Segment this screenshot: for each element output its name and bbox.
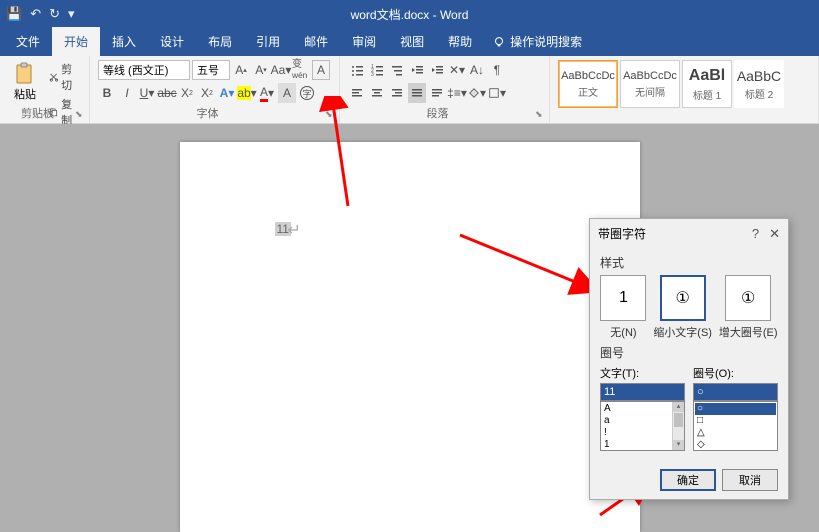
help-button[interactable]: ? — [752, 226, 759, 242]
cut-button[interactable]: 剪切 — [46, 60, 81, 94]
group-font-label: 字体 — [90, 105, 325, 121]
close-button[interactable]: ✕ — [769, 226, 780, 242]
font-launcher-icon[interactable]: ⬊ — [325, 109, 337, 121]
style-section-label: 样式 — [600, 254, 778, 271]
line-spacing-button[interactable]: ‡≡▾ — [448, 83, 466, 103]
justify-button[interactable] — [408, 83, 426, 103]
ring-input[interactable] — [693, 383, 778, 401]
highlight-button[interactable]: ab▾ — [238, 83, 256, 103]
phonetic-guide-button[interactable]: 变wén — [292, 60, 310, 80]
enclose-char-dialog: 带圈字符 ? ✕ 样式 1 无(N) ① 缩小文字(S) ① 增大圈号(E) 圈… — [589, 218, 789, 500]
text-list[interactable]: A a ! 1 ▴▾ — [600, 401, 685, 451]
group-paragraph: 123 ✕▾ A↓ ¶ ‡≡▾ ▾ ▾ 段落 ⬊ — [340, 56, 550, 123]
align-center-button[interactable] — [368, 83, 386, 103]
sort-button[interactable]: A↓ — [468, 60, 486, 80]
enclosure-section-label: 圈号 — [600, 344, 778, 361]
ribbon: 粘贴 剪切 复制 格式刷 剪贴板 ⬊ 等线 (西文正) 五号 A▴ A▾ Aa▾… — [0, 56, 819, 124]
scissors-icon — [49, 71, 58, 83]
cancel-button[interactable]: 取消 — [722, 469, 778, 491]
font-name-combo[interactable]: 等线 (西文正) — [98, 60, 190, 80]
tab-review[interactable]: 审阅 — [340, 27, 388, 56]
underline-button[interactable]: U▾ — [138, 83, 156, 103]
shading-button[interactable]: ▾ — [468, 83, 486, 103]
font-size-combo[interactable]: 五号 — [192, 60, 230, 80]
align-right-button[interactable] — [388, 83, 406, 103]
tab-design[interactable]: 设计 — [148, 27, 196, 56]
styles-gallery[interactable]: AaBbCcDc正文 AaBbCcDc无间隔 AaBl标题 1 AaBbC标题 … — [558, 60, 810, 108]
style-option-enlarge[interactable]: ① 增大圈号(E) — [719, 275, 778, 340]
dialog-title: 带圈字符 — [598, 225, 646, 242]
quick-access-toolbar: 💾 ↶ ↻ ▾ — [6, 6, 75, 22]
group-font: 等线 (西文正) 五号 A▴ A▾ Aa▾ 变wén A B I U▾ abc … — [90, 56, 340, 123]
redo-icon[interactable]: ↻ — [49, 6, 60, 22]
grow-font-button[interactable]: A▴ — [232, 60, 250, 80]
page[interactable]: 11 ↵ — [180, 142, 640, 532]
multilevel-button[interactable] — [388, 60, 406, 80]
font-color-button[interactable]: A▾ — [258, 83, 276, 103]
borders-button[interactable]: ▾ — [488, 83, 506, 103]
group-paragraph-label: 段落 — [340, 105, 535, 121]
ring-list[interactable]: ○ □ △ ◇ — [693, 401, 778, 451]
ok-button[interactable]: 确定 — [660, 469, 716, 491]
paragraph-launcher-icon[interactable]: ⬊ — [535, 109, 547, 121]
decrease-indent-button[interactable] — [408, 60, 426, 80]
text-list-scrollbar[interactable]: ▴▾ — [672, 402, 684, 450]
style-option-shrink[interactable]: ① 缩小文字(S) — [653, 275, 712, 340]
group-clipboard-label: 剪贴板 — [0, 105, 75, 121]
undo-icon[interactable]: ↶ — [30, 6, 41, 22]
style-normal[interactable]: AaBbCcDc正文 — [558, 60, 618, 108]
paste-label: 粘贴 — [14, 86, 36, 102]
text-field-label: 文字(T): — [600, 365, 685, 381]
tell-me-label: 操作说明搜索 — [510, 33, 582, 50]
superscript-button[interactable]: X2 — [198, 83, 216, 103]
bullets-button[interactable] — [348, 60, 366, 80]
style-heading1[interactable]: AaBl标题 1 — [682, 60, 732, 108]
tab-references[interactable]: 引用 — [244, 27, 292, 56]
strikethrough-button[interactable]: abc — [158, 83, 176, 103]
change-case-button[interactable]: Aa▾ — [272, 60, 290, 80]
style-no-spacing[interactable]: AaBbCcDc无间隔 — [620, 60, 680, 108]
tab-help[interactable]: 帮助 — [436, 27, 484, 56]
italic-button[interactable]: I — [118, 83, 136, 103]
align-left-button[interactable] — [348, 83, 366, 103]
ribbon-tabs: 文件 开始 插入 设计 布局 引用 邮件 审阅 视图 帮助 操作说明搜索 — [0, 28, 819, 56]
tell-me-search[interactable]: 操作说明搜索 — [484, 27, 590, 56]
svg-text:3: 3 — [371, 72, 374, 77]
text-input[interactable] — [600, 383, 685, 401]
qat-customize-icon[interactable]: ▾ — [68, 6, 75, 22]
titlebar: 💾 ↶ ↻ ▾ word文档.docx - Word — [0, 0, 819, 28]
tab-mailings[interactable]: 邮件 — [292, 27, 340, 56]
shrink-font-button[interactable]: A▾ — [252, 60, 270, 80]
lightbulb-icon — [492, 35, 506, 49]
clear-format-button[interactable]: A — [312, 60, 330, 80]
style-option-none[interactable]: 1 无(N) — [600, 275, 646, 340]
tab-home[interactable]: 开始 — [52, 27, 100, 56]
tab-insert[interactable]: 插入 — [100, 27, 148, 56]
tab-file[interactable]: 文件 — [4, 27, 52, 56]
char-shading-button[interactable]: A — [278, 83, 296, 103]
tab-view[interactable]: 视图 — [388, 27, 436, 56]
asian-layout-button[interactable]: ✕▾ — [448, 60, 466, 80]
enclose-char-button[interactable]: 字 — [298, 83, 316, 103]
text-effects-button[interactable]: A▾ — [218, 83, 236, 103]
subscript-button[interactable]: X2 — [178, 83, 196, 103]
group-clipboard: 粘贴 剪切 复制 格式刷 剪贴板 ⬊ — [0, 56, 90, 123]
ring-field-label: 圈号(O): — [693, 365, 778, 381]
window-title: word文档.docx - Word — [351, 6, 469, 23]
tab-layout[interactable]: 布局 — [196, 27, 244, 56]
clipboard-icon — [14, 62, 36, 86]
group-styles: AaBbCcDc正文 AaBbCcDc无间隔 AaBl标题 1 AaBbC标题 … — [550, 56, 819, 123]
increase-indent-button[interactable] — [428, 60, 446, 80]
show-marks-button[interactable]: ¶ — [488, 60, 506, 80]
bold-button[interactable]: B — [98, 83, 116, 103]
paragraph-mark-icon: ↵ — [288, 220, 301, 240]
save-icon[interactable]: 💾 — [6, 6, 22, 22]
numbering-button[interactable]: 123 — [368, 60, 386, 80]
distribute-button[interactable] — [428, 83, 446, 103]
style-heading2[interactable]: AaBbC标题 2 — [734, 60, 784, 108]
clipboard-launcher-icon[interactable]: ⬊ — [75, 109, 87, 121]
